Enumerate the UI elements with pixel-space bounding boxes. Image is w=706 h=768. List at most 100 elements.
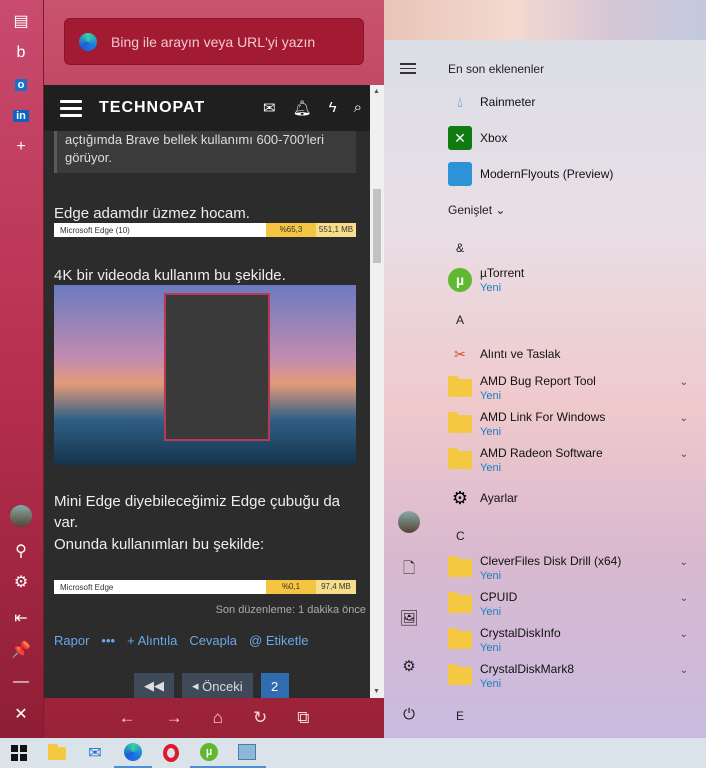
scroll-down-icon[interactable]: ▼ [373, 688, 380, 695]
task-manager-icon[interactable] [228, 738, 266, 768]
settings-icon[interactable]: ⚙ [398, 655, 420, 677]
task-manager-row: Microsoft Edge %0,1 97,4 MB [54, 580, 356, 594]
post-text: Mini Edge diyebileceğimiz Edge çubuğu da [54, 493, 341, 510]
recent-header: En son eklenenler [448, 62, 545, 76]
mail-icon[interactable]: ✉ [76, 738, 114, 768]
pin-icon[interactable]: 📌 [10, 639, 32, 661]
folder-icon [448, 412, 472, 433]
settings-icon[interactable]: ⚙ [10, 571, 32, 593]
lightning-icon[interactable]: ϟ [329, 99, 337, 117]
app-crystaldiskmark[interactable]: CrystalDiskMark8 Yeni ⌄ [448, 661, 688, 691]
scroll-thumb[interactable] [373, 189, 381, 263]
minimize-icon[interactable]: — [10, 671, 32, 693]
app-modernflyouts[interactable]: ModernFlyouts (Preview) [448, 159, 688, 189]
user-avatar[interactable] [398, 511, 420, 533]
app-cpuid[interactable]: CPUID Yeni ⌄ [448, 589, 688, 619]
app-amd-bug-report[interactable]: AMD Bug Report Tool Yeni ⌄ [448, 373, 688, 403]
outlook-icon[interactable]: o [10, 74, 32, 96]
home-icon[interactable]: ⌂ [213, 708, 223, 728]
app-rainmeter[interactable]: 💧︎ Rainmeter [448, 87, 688, 117]
menu-icon[interactable] [60, 96, 82, 121]
group-letter[interactable]: C [456, 529, 465, 543]
site-logo[interactable]: TECHNOPAT [99, 99, 205, 117]
scrollbar[interactable]: ▲ ▼ [370, 85, 384, 698]
linkedin-icon[interactable]: in [10, 105, 32, 127]
search-icon[interactable]: ⌕ [354, 99, 362, 117]
address-placeholder: Bing ile arayın veya URL'yi yazın [111, 33, 316, 50]
group-letter[interactable]: A [456, 313, 464, 327]
snip-sketch-icon: ✂ [454, 345, 466, 362]
settings-icon: ⚙ [451, 487, 469, 508]
more-button[interactable]: ••• [101, 633, 115, 648]
screenshot-image[interactable] [54, 285, 356, 465]
collapse-icon[interactable]: ⇤ [10, 607, 32, 629]
group-letter[interactable]: E [456, 709, 464, 723]
folder-icon [448, 556, 472, 577]
pictures-icon[interactable]: 🖼︎ [398, 607, 420, 629]
start-menu-hamburger-icon[interactable] [400, 60, 416, 77]
games-icon[interactable]: ⚲ [10, 540, 32, 562]
documents-icon[interactable]: 🗋 [398, 559, 420, 581]
app-cleverfiles[interactable]: CleverFiles Disk Drill (x64) Yeni ⌄ [448, 553, 688, 583]
rainmeter-icon: 💧︎ [457, 93, 463, 110]
app-utorrent[interactable]: µ µTorrent Yeni [448, 265, 688, 295]
edge-sidebar: ▤ b o in + ⚲ ⚙ ⇤ 📌 — ✕ [0, 0, 44, 738]
web-page: TECHNOPAT ✉ 🔔︎ ϟ ⌕ açtığımda Brave belle… [44, 85, 384, 698]
bell-icon[interactable]: 🔔︎ [293, 99, 312, 117]
news-icon[interactable]: ▤ [10, 10, 32, 32]
group-letter[interactable]: & [456, 241, 464, 255]
task-manager-row: Microsoft Edge (10) %65,3 551,1 MB [54, 223, 356, 237]
app-crystaldiskinfo[interactable]: CrystalDiskInfo Yeni ⌄ [448, 625, 688, 655]
plus-icon[interactable]: + [10, 136, 32, 158]
modernflyouts-icon [448, 162, 472, 186]
bing-icon[interactable]: b [10, 42, 32, 64]
power-icon[interactable]: ⏻ [398, 703, 420, 725]
post-text: Onunda kullanımları bu şekilde: [54, 536, 265, 553]
app-amd-link[interactable]: AMD Link For Windows Yeni ⌄ [448, 409, 688, 439]
avatar[interactable] [10, 505, 32, 527]
forward-icon[interactable]: → [166, 708, 183, 728]
back-icon[interactable]: ← [119, 708, 136, 728]
quote-link[interactable]: + Alıntıla [127, 633, 177, 648]
refresh-icon[interactable]: ↻ [253, 708, 267, 728]
open-in-browser-icon[interactable]: ⧉ [297, 708, 309, 728]
edge-logo-icon [79, 32, 97, 51]
address-bar[interactable]: Bing ile arayın veya URL'yi yazın [64, 18, 364, 65]
close-icon[interactable]: ✕ [10, 703, 32, 725]
page-number[interactable]: 2 [260, 673, 289, 698]
start-icon[interactable] [0, 738, 38, 768]
prev-label: Önceki [202, 678, 243, 694]
folder-icon [448, 592, 472, 613]
mail-icon[interactable]: ✉ [263, 99, 276, 117]
utorrent-icon[interactable]: µ [190, 738, 228, 768]
report-link[interactable]: Rapor [54, 633, 89, 648]
utorrent-icon: µ [448, 268, 472, 292]
post-text: 4K bir videoda kullanım bu şekilde. [54, 267, 286, 284]
prev-page-button[interactable]: ◂ Önceki [182, 673, 253, 698]
opera-icon[interactable] [152, 738, 190, 768]
scroll-up-icon[interactable]: ▲ [373, 88, 380, 95]
edge-panel: Bing ile arayın veya URL'yi yazın TECHNO… [44, 0, 384, 738]
reply-link[interactable]: Cevapla [189, 633, 237, 648]
quote-block: açtığımda Brave bellek kullanımı 600-700… [54, 131, 356, 173]
chevron-down-icon: ⌄ [679, 593, 688, 604]
process-name: Microsoft Edge (10) [60, 225, 130, 235]
chevron-down-icon: ⌄ [679, 665, 688, 676]
first-page-button[interactable]: ◀◀ [134, 673, 174, 698]
site-header: TECHNOPAT ✉ 🔔︎ ϟ ⌕ [44, 85, 370, 131]
expand-button[interactable]: Genişlet ⌄ [448, 203, 505, 217]
edited-note: Son düzenleme: 1 dakika önce [215, 604, 366, 616]
edge-window-image [164, 293, 270, 441]
edge-icon[interactable] [114, 738, 152, 768]
app-amd-radeon[interactable]: AMD Radeon Software Yeni ⌄ [448, 445, 688, 475]
chevron-down-icon: ⌄ [679, 377, 688, 388]
tag-link[interactable]: @ Etiketle [249, 633, 308, 648]
file-explorer-icon[interactable] [38, 738, 76, 768]
folder-icon [448, 664, 472, 685]
chevron-down-icon: ⌄ [679, 449, 688, 460]
folder-icon [448, 628, 472, 649]
app-alinti-ve-taslak[interactable]: ✂ Alıntı ve Taslak [448, 339, 688, 369]
app-ayarlar[interactable]: ⚙ Ayarlar [448, 483, 688, 513]
app-xbox[interactable]: ✕ Xbox [448, 123, 688, 153]
folder-icon [448, 448, 472, 469]
